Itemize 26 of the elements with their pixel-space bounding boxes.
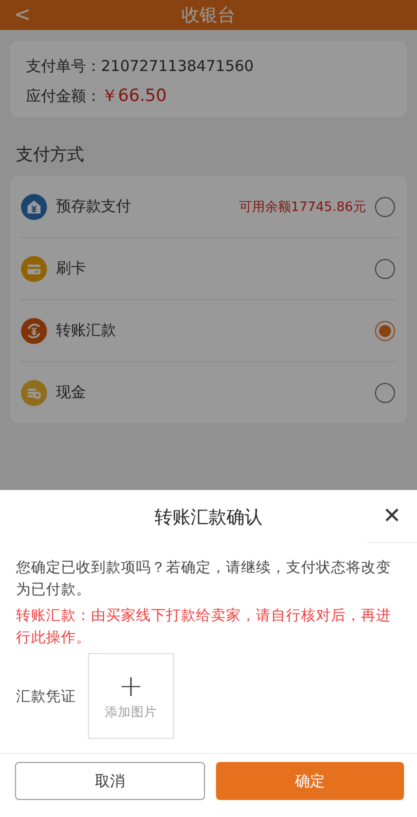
cancel-button[interactable]: 取消: [15, 762, 205, 800]
dialog-title: 转账汇款确认: [154, 506, 262, 528]
radio-button[interactable]: [375, 382, 395, 402]
radio-button[interactable]: [375, 196, 395, 216]
radio-button[interactable]: [375, 258, 395, 278]
order-number-label: 支付单号：: [26, 57, 101, 76]
house-coin-icon: [21, 194, 47, 220]
payment-method-label[interactable]: 刷卡: [56, 259, 366, 278]
radio-button[interactable]: [375, 320, 395, 340]
section-title: 支付方式: [16, 144, 85, 166]
coins-icon: [21, 380, 47, 406]
balance-note: 可用余额17745.86元: [238, 198, 366, 216]
amount-label: 应付金额：: [26, 87, 101, 106]
card-icon: [21, 256, 47, 282]
payment-method-label[interactable]: 现金: [56, 383, 366, 402]
voucher-label: 汇款凭证: [16, 688, 76, 706]
warning-message: 转账汇款：由买家线下打款给卖家，请自行核对后，再进行此操作。: [16, 606, 392, 648]
amount-due: ￥66.50: [101, 85, 167, 107]
add-image-button[interactable]: + 添加图片: [88, 653, 174, 739]
exchange-icon: [21, 318, 47, 344]
payment-method-label[interactable]: 预存款支付: [56, 197, 230, 216]
order-number: 2107271138471560: [101, 57, 254, 75]
confirm-message: 您确定已收到款项吗？若确定，请继续，支付状态将改变为已付款。: [16, 558, 392, 600]
confirm-button[interactable]: 确定: [216, 762, 404, 800]
page-title: 收银台: [182, 4, 236, 27]
payment-method-label[interactable]: 转账汇款: [56, 321, 366, 340]
